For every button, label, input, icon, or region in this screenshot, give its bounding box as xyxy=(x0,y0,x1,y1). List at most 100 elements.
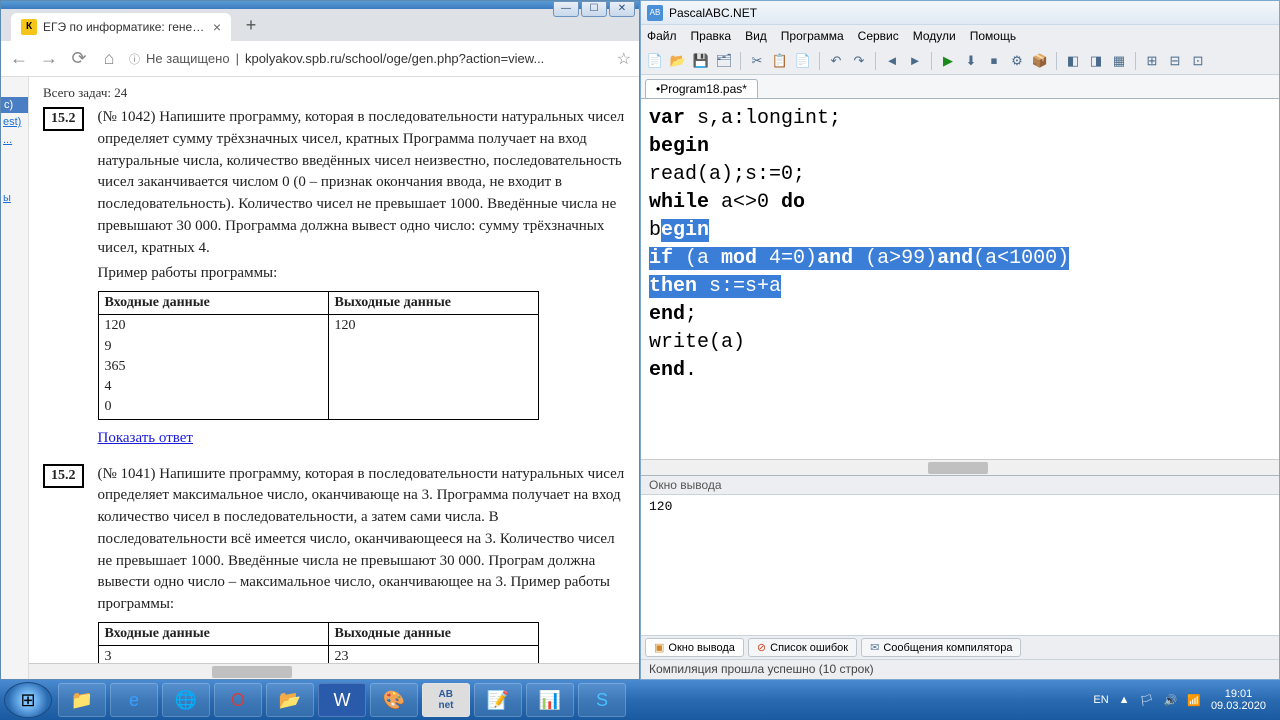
panel3-icon[interactable]: ▦ xyxy=(1109,51,1129,71)
action-center-icon[interactable]: 🏳 xyxy=(1140,694,1154,707)
task-block: 15.2 (№ 1041) Напишите программу, котора… xyxy=(43,464,625,679)
tab-title: ЕГЭ по информатике: генерато xyxy=(43,20,207,34)
example-table: Входные данныеВыходные данные 120 9 365 … xyxy=(98,291,539,420)
left-sidebar: c) est) ... ы xyxy=(1,77,29,679)
new-file-icon[interactable]: 📄 xyxy=(645,51,665,71)
ide-window: AB PascalABC.NET Файл Правка Вид Програм… xyxy=(640,0,1280,680)
win3-icon[interactable]: ⊡ xyxy=(1188,51,1208,71)
save-icon[interactable]: 💾 xyxy=(691,51,711,71)
windows-icon: ⊞ xyxy=(20,690,35,711)
page-body: Всего задач: 24 15.2 (№ 1042) Напишите п… xyxy=(29,77,639,679)
app-icon: AB xyxy=(647,5,663,21)
app-title: PascalABC.NET xyxy=(669,6,757,20)
editor-tab[interactable]: •Program18.pas* xyxy=(645,79,758,98)
paste-icon[interactable]: 📄 xyxy=(793,51,813,71)
forward-button[interactable]: → xyxy=(39,48,59,69)
taskbar-apps: 📁 e 🌐 O 📂 W 🎨 ABnet 📝 📊 S xyxy=(58,683,626,717)
bottom-tabstrip: ▣Окно вывода ⊘Список ошибок ✉Сообщения к… xyxy=(641,635,1279,659)
cut-icon[interactable]: ✂ xyxy=(747,51,767,71)
home-button[interactable]: ⌂ xyxy=(99,48,119,69)
sidebar-link[interactable]: ы xyxy=(1,189,28,207)
stop-icon[interactable]: ⏹ xyxy=(984,51,1004,71)
ie-icon[interactable]: e xyxy=(110,683,158,717)
win-icon[interactable]: ⊞ xyxy=(1142,51,1162,71)
close-button[interactable]: ✕ xyxy=(609,1,635,17)
output-title: Окно вывода xyxy=(641,476,1279,495)
save-all-icon[interactable]: 🗂 xyxy=(714,51,734,71)
maximize-button[interactable]: ☐ xyxy=(581,1,607,17)
flag-icon[interactable]: ▲ xyxy=(1119,694,1130,706)
task-number: 15.2 xyxy=(43,107,84,131)
tab-output[interactable]: ▣Окно вывода xyxy=(645,638,744,657)
word-icon[interactable]: W xyxy=(318,683,366,717)
browser-tab[interactable]: К ЕГЭ по информатике: генерато × xyxy=(11,13,231,41)
menu-edit[interactable]: Правка xyxy=(691,29,732,43)
panel-icon[interactable]: ◧ xyxy=(1063,51,1083,71)
step-icon[interactable]: ⬇ xyxy=(961,51,981,71)
paint-icon[interactable]: 🎨 xyxy=(370,683,418,717)
menu-modules[interactable]: Модули xyxy=(913,29,956,43)
security-label: Не защищено xyxy=(146,51,230,66)
info-icon: ⓘ xyxy=(129,51,140,67)
code-editor[interactable]: var s,a:longint; begin read(a);s:=0; whi… xyxy=(641,99,1279,459)
volume-icon[interactable]: 🔊 xyxy=(1164,694,1178,707)
url-text: kpolyakov.spb.ru/school/oge/gen.php?acti… xyxy=(245,51,544,66)
editor-hscroll[interactable] xyxy=(641,459,1279,475)
panel2-icon[interactable]: ◨ xyxy=(1086,51,1106,71)
clock[interactable]: 19:01 09.03.2020 xyxy=(1211,688,1266,712)
show-answer-link[interactable]: Показать ответ xyxy=(98,428,193,450)
start-button[interactable]: ⊞ xyxy=(4,682,52,718)
url-field[interactable]: ⓘ Не защищено | kpolyakov.spb.ru/school/… xyxy=(129,51,607,67)
nav-fwd-icon[interactable]: ► xyxy=(905,51,925,71)
menu-file[interactable]: Файл xyxy=(647,29,677,43)
pascal-icon[interactable]: ABnet xyxy=(422,683,470,717)
build-icon[interactable]: ⚙ xyxy=(1007,51,1027,71)
notepad-icon[interactable]: 📝 xyxy=(474,683,522,717)
browser-window: — ☐ ✕ К ЕГЭ по информатике: генерато × +… xyxy=(0,0,640,680)
app-icon[interactable]: 📊 xyxy=(526,683,574,717)
reload-button[interactable]: ⟳ xyxy=(69,48,89,69)
task-block: 15.2 (№ 1042) Напишите программу, котора… xyxy=(43,107,625,450)
address-bar: ← → ⟳ ⌂ ⓘ Не защищено | kpolyakov.spb.ru… xyxy=(1,41,639,77)
menu-view[interactable]: Вид xyxy=(745,29,767,43)
compile-icon[interactable]: 📦 xyxy=(1030,51,1050,71)
new-tab-button[interactable]: + xyxy=(237,11,265,39)
back-button[interactable]: ← xyxy=(9,48,29,69)
task-count: Всего задач: 24 xyxy=(43,85,625,101)
undo-icon[interactable]: ↶ xyxy=(826,51,846,71)
page-content: c) est) ... ы Всего задач: 24 15.2 (№ 10… xyxy=(1,77,639,679)
win2-icon[interactable]: ⊟ xyxy=(1165,51,1185,71)
run-icon[interactable]: ▶ xyxy=(938,51,958,71)
sidebar-link[interactable]: ... xyxy=(1,131,28,149)
system-tray: EN ▲ 🏳 🔊 📶 19:01 09.03.2020 xyxy=(1093,688,1276,712)
tab-errors[interactable]: ⊘Список ошибок xyxy=(748,638,857,657)
menu-help[interactable]: Помощь xyxy=(970,29,1016,43)
editor-tabstrip: •Program18.pas* xyxy=(641,75,1279,99)
menu-bar: Файл Правка Вид Программа Сервис Модули … xyxy=(641,25,1279,47)
folder-icon[interactable]: 📂 xyxy=(266,683,314,717)
redo-icon[interactable]: ↷ xyxy=(849,51,869,71)
task-body: (№ 1042) Напишите программу, которая в п… xyxy=(98,107,626,450)
tab-compiler[interactable]: ✉Сообщения компилятора xyxy=(861,638,1021,657)
menu-service[interactable]: Сервис xyxy=(858,29,899,43)
network-icon[interactable]: 📶 xyxy=(1187,694,1201,707)
copy-icon[interactable]: 📋 xyxy=(770,51,790,71)
toolbar: 📄 📂 💾 🗂 ✂ 📋 📄 ↶ ↷ ◄ ► ▶ ⬇ ⏹ ⚙ 📦 ◧ ◨ ▦ ⊞ … xyxy=(641,47,1279,75)
lang-indicator[interactable]: EN xyxy=(1093,694,1108,706)
opera-icon[interactable]: O xyxy=(214,683,262,717)
menu-program[interactable]: Программа xyxy=(781,29,844,43)
bookmark-icon[interactable]: ☆ xyxy=(617,49,631,69)
nav-back-icon[interactable]: ◄ xyxy=(882,51,902,71)
open-icon[interactable]: 📂 xyxy=(668,51,688,71)
tab-strip: К ЕГЭ по информатике: генерато × + xyxy=(1,9,639,41)
skype-icon[interactable]: S xyxy=(578,683,626,717)
explorer-icon[interactable]: 📁 xyxy=(58,683,106,717)
task-number: 15.2 xyxy=(43,464,84,488)
sidebar-link[interactable]: est) xyxy=(1,113,28,131)
minimize-button[interactable]: — xyxy=(553,1,579,17)
tab-close-icon[interactable]: × xyxy=(213,19,221,35)
chrome-icon[interactable]: 🌐 xyxy=(162,683,210,717)
output-panel: Окно вывода 120 xyxy=(641,475,1279,635)
horizontal-scrollbar[interactable] xyxy=(29,663,639,679)
sidebar-header: c) xyxy=(1,97,28,113)
